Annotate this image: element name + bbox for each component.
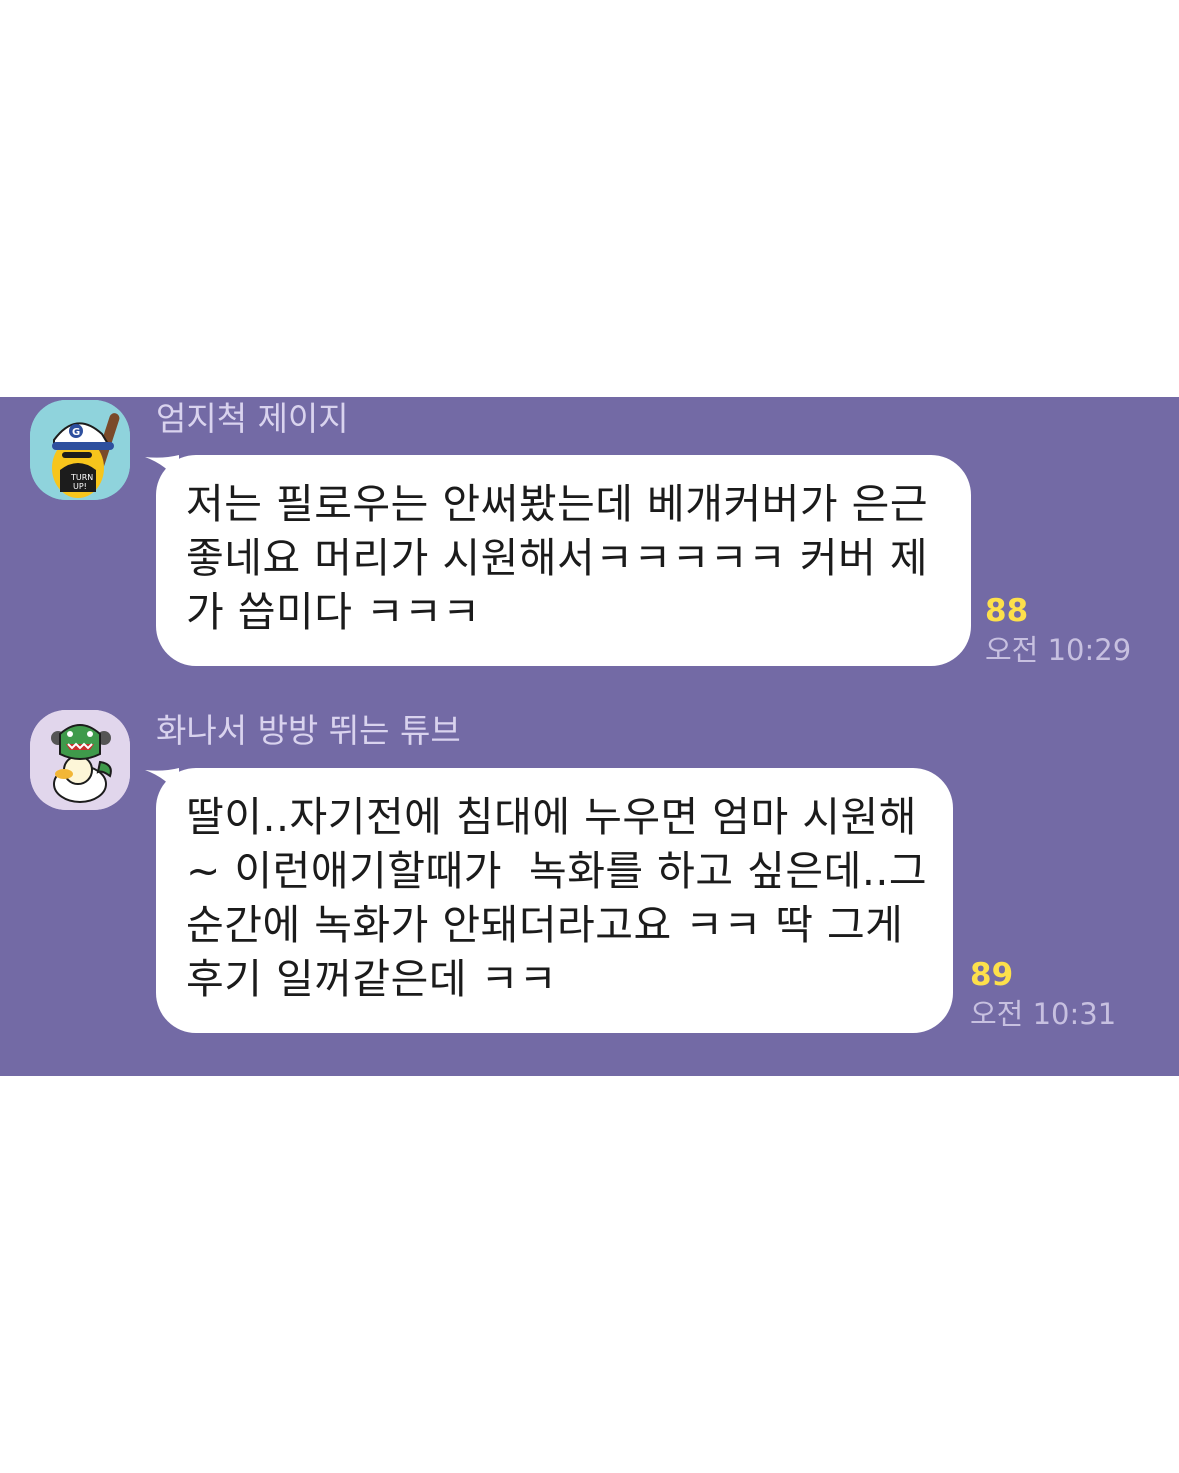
sender-name: 엄지척 제이지	[156, 399, 349, 438]
tube-angry-duck-avatar-icon[interactable]	[30, 710, 130, 810]
svg-text:TURN: TURN	[70, 473, 93, 482]
message-text-line: 후기 일꺼같은데 ㅋㅋ	[186, 955, 558, 1003]
message-meta: 89 오전 10:31	[970, 956, 1116, 1034]
message-text-line: 좋네요 머리가 시원해서ㅋㅋㅋㅋㅋ 커버 제	[186, 534, 929, 582]
message-text-line: 가 씁미다 ㅋㅋㅋ	[186, 588, 481, 636]
svg-text:UP!: UP!	[73, 482, 87, 491]
message-text-line: ~ 이런애기할때가 녹화를 하고 싶은데..그	[186, 847, 928, 895]
message-bubble[interactable]: 저는 필로우는 안써봤는데 베개커버가 은근 좋네요 머리가 시원해서ㅋㅋㅋㅋㅋ…	[156, 455, 971, 666]
jay-g-thumbs-up-avatar-icon[interactable]: TURN UP! G	[30, 400, 130, 500]
chat-room[interactable]: TURN UP! G 엄지척 제이지 저는 필로우는 안써봤는데 베개커버가 은…	[0, 397, 1179, 1076]
message-time: 오전 10:29	[985, 633, 1132, 667]
screenshot-page: TURN UP! G 엄지척 제이지 저는 필로우는 안써봤는데 베개커버가 은…	[0, 0, 1179, 1473]
unread-count: 88	[985, 593, 1029, 629]
sender-name: 화나서 방방 뛰는 튜브	[156, 711, 461, 750]
message-text-line: 저는 필로우는 안써봤는데 베개커버가 은근	[186, 480, 929, 528]
message-text-line: 딸이..자기전에 침대에 누우면 엄마 시원해	[186, 793, 917, 841]
message-time: 오전 10:31	[970, 997, 1117, 1031]
chat-message: 화나서 방방 뛰는 튜브 딸이..자기전에 침대에 누우면 엄마 시원해 ~ 이…	[0, 709, 1179, 1049]
message-meta: 88 오전 10:29	[985, 592, 1131, 670]
message-bubble[interactable]: 딸이..자기전에 침대에 누우면 엄마 시원해 ~ 이런애기할때가 녹화를 하고…	[156, 768, 953, 1033]
message-text-line: 순간에 녹화가 안돼더라고요 ㅋㅋ 딱 그게	[186, 901, 904, 949]
unread-count: 89	[970, 957, 1014, 993]
svg-text:G: G	[72, 427, 80, 438]
chat-message: TURN UP! G 엄지척 제이지 저는 필로우는 안써봤는데 베개커버가 은…	[0, 397, 1179, 687]
